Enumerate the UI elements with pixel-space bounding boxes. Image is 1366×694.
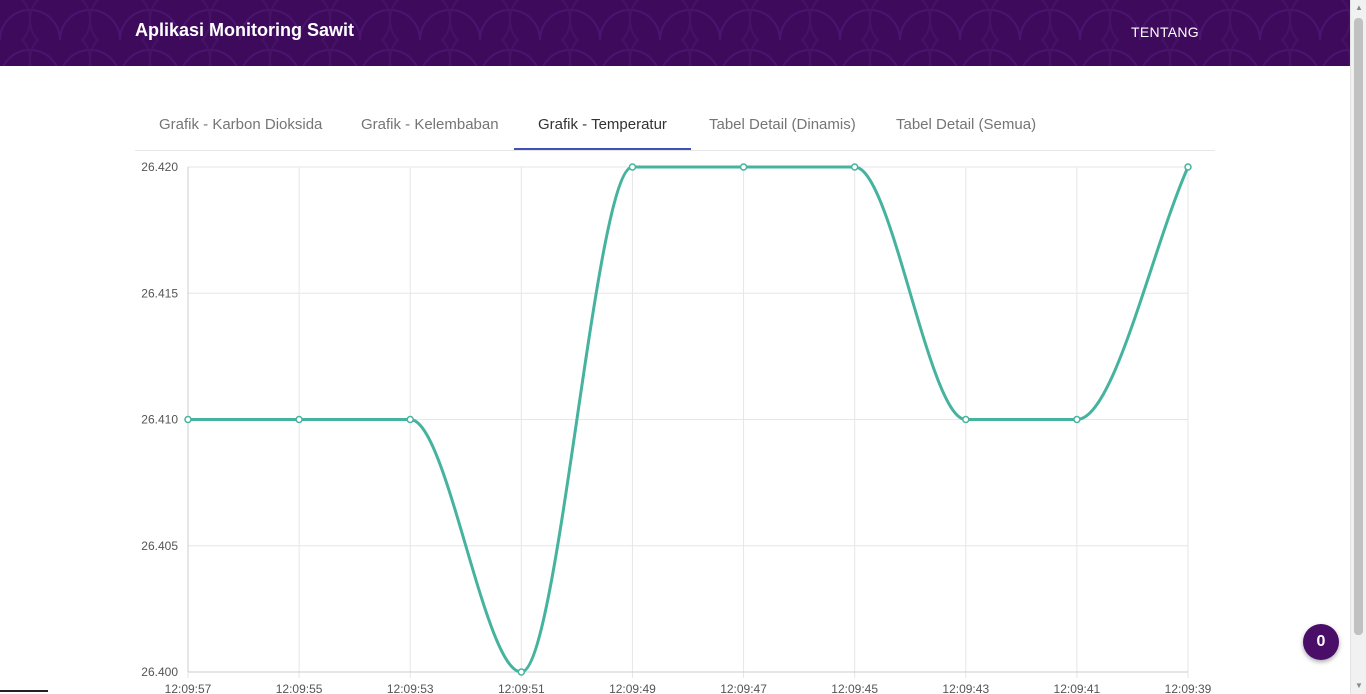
notification-count-button[interactable]: 0 xyxy=(1303,624,1339,660)
tab-bar: Grafik - Karbon Dioksida Grafik - Kelemb… xyxy=(135,100,1215,151)
scroll-down-arrow-icon[interactable]: ▼ xyxy=(1351,678,1366,694)
scrollbar-thumb[interactable] xyxy=(1354,18,1363,635)
y-tick-label: 26.400 xyxy=(141,665,178,679)
vertical-scrollbar[interactable]: ▲ ▼ xyxy=(1350,0,1366,694)
tab-humidity[interactable]: Grafik - Kelembaban xyxy=(337,100,523,150)
x-tick-label: 12:09:47 xyxy=(720,682,767,694)
data-point xyxy=(406,415,414,424)
y-tick-label: 26.420 xyxy=(141,160,178,174)
y-tick-label: 26.415 xyxy=(141,286,178,300)
x-tick-label: 12:09:45 xyxy=(831,682,878,694)
x-tick-label: 12:09:55 xyxy=(276,682,323,694)
data-point xyxy=(850,163,859,171)
data-point xyxy=(517,668,526,676)
data-point xyxy=(962,415,970,424)
x-tick-label: 12:09:53 xyxy=(387,682,434,694)
y-tick-label: 26.410 xyxy=(141,413,178,427)
nav-link-about[interactable]: TENTANG xyxy=(1131,24,1199,40)
tab-temperature[interactable]: Grafik - Temperatur xyxy=(514,100,691,150)
tab-table-all[interactable]: Tabel Detail (Semua) xyxy=(872,100,1060,150)
x-tick-label: 12:09:41 xyxy=(1054,682,1101,694)
y-tick-label: 26.405 xyxy=(141,539,178,553)
tab-table-dynamic[interactable]: Tabel Detail (Dinamis) xyxy=(685,100,880,150)
data-point xyxy=(184,415,192,424)
data-point xyxy=(1184,163,1192,171)
page: Aplikasi Monitoring Sawit TENTANG Grafik… xyxy=(0,0,1366,694)
temperature-line-chart: 26.420 26.415 26.410 26.405 26.400 12:09:57 12… xyxy=(141,160,1212,694)
data-point xyxy=(1073,415,1081,424)
tab-carbon-dioxide[interactable]: Grafik - Karbon Dioksida xyxy=(135,100,346,150)
x-tick-label: 12:09:43 xyxy=(942,682,989,694)
x-tick-label: 12:09:51 xyxy=(498,682,545,694)
scroll-up-arrow-icon[interactable]: ▲ xyxy=(1351,0,1366,16)
x-tick-label: 12:09:49 xyxy=(609,682,656,694)
x-tick-label: 12:09:39 xyxy=(1165,682,1212,694)
top-navbar: Aplikasi Monitoring Sawit TENTANG xyxy=(0,0,1350,66)
data-point xyxy=(739,163,748,171)
data-point xyxy=(295,415,303,424)
x-tick-label: 12:09:57 xyxy=(165,682,212,694)
temperature-chart-container: 26.420 26.415 26.410 26.405 26.400 12:09:57 12… xyxy=(135,155,1215,694)
app-title[interactable]: Aplikasi Monitoring Sawit xyxy=(135,20,354,41)
data-point xyxy=(628,163,637,171)
bottom-divider xyxy=(0,690,48,692)
